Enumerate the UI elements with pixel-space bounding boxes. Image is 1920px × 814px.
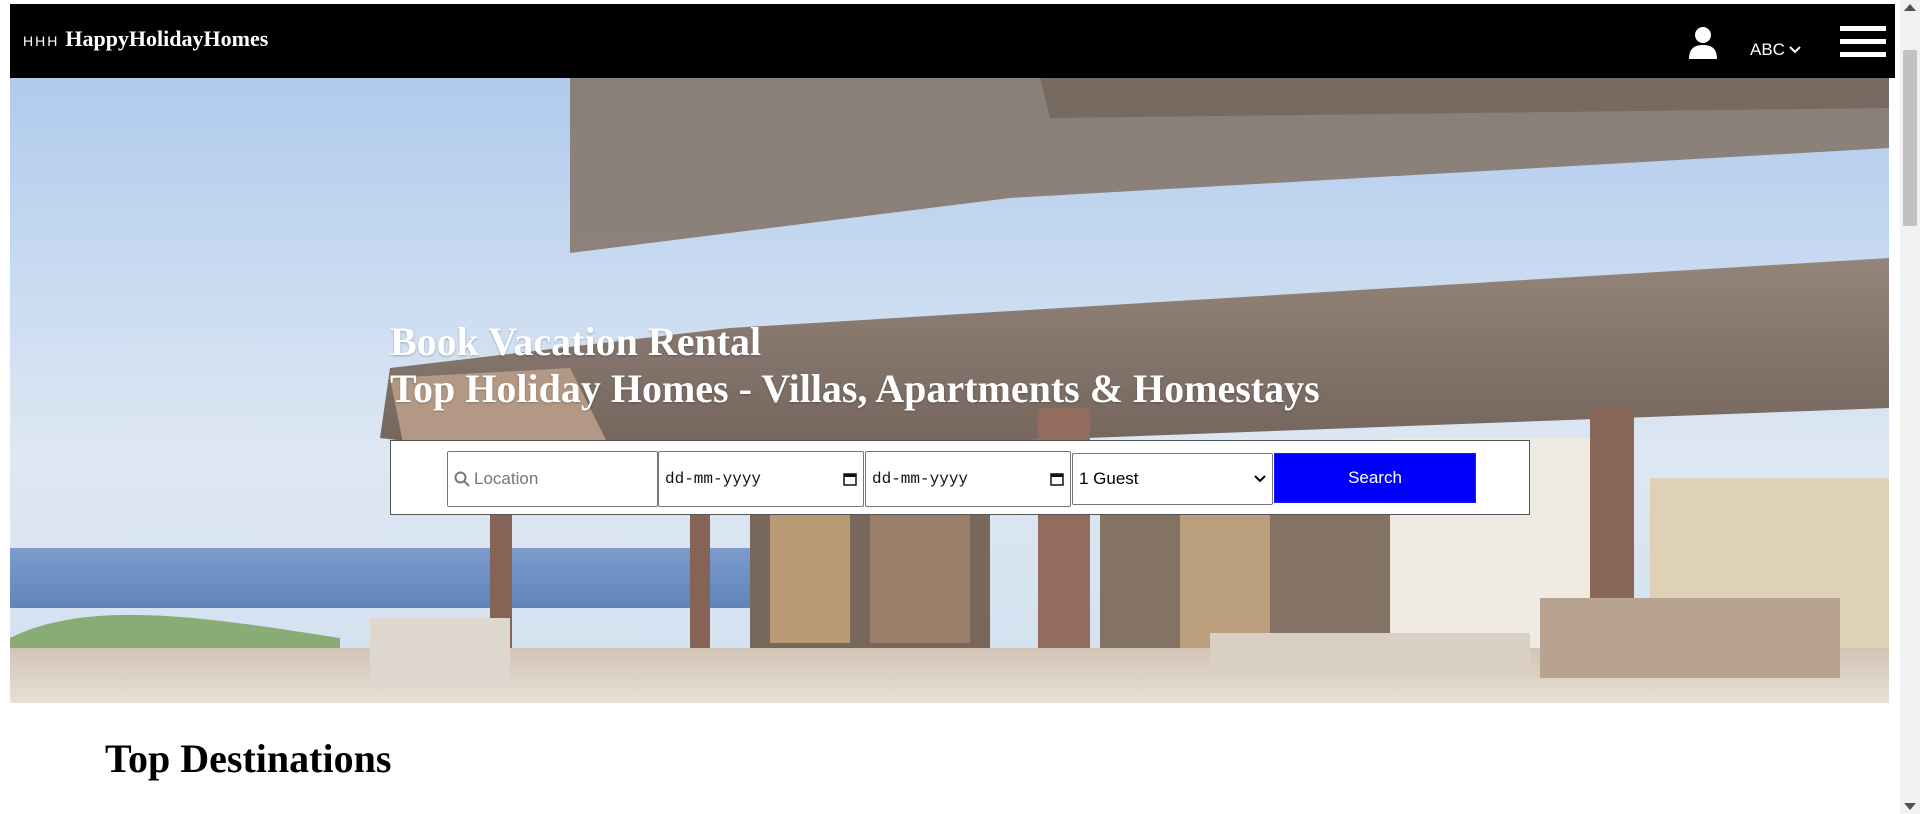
guests-select[interactable]: 1 Guest (1072, 453, 1273, 505)
headline-line-1: Book Vacation Rental (390, 319, 762, 364)
search-form: Location dd-mm-yyyy dd-mm-yyyy 1 Guest S… (390, 440, 1530, 515)
checkin-placeholder: dd-mm-yyyy (665, 470, 762, 488)
chevron-down-icon (1254, 475, 1266, 483)
guests-selected-value: 1 Guest (1079, 469, 1139, 488)
language-label: ABC (1750, 40, 1785, 59)
hamburger-menu-icon[interactable] (1840, 26, 1886, 62)
location-placeholder: Location (474, 469, 539, 488)
logo[interactable]: HHH HappyHolidayHomes (23, 26, 268, 52)
logo-mark: HHH (23, 33, 60, 49)
search-icon (454, 471, 470, 487)
user-icon[interactable] (1688, 26, 1718, 60)
checkout-placeholder: dd-mm-yyyy (872, 470, 969, 488)
checkout-date-input[interactable]: dd-mm-yyyy (865, 451, 1071, 507)
chevron-down-icon (1789, 46, 1801, 54)
scrollbar-thumb[interactable] (1903, 50, 1917, 226)
hero-banner: Book Vacation Rental Top Holiday Homes -… (10, 78, 1889, 703)
hero-headline: Book Vacation Rental Top Holiday Homes -… (390, 318, 1320, 412)
search-button[interactable]: Search (1274, 453, 1476, 503)
calendar-icon[interactable] (1050, 472, 1064, 486)
top-navbar: HHH HappyHolidayHomes ABC (10, 4, 1895, 78)
location-input[interactable]: Location (447, 451, 658, 507)
scroll-down-arrow-icon[interactable] (1904, 803, 1916, 810)
top-destinations-title: Top Destinations (105, 736, 392, 781)
calendar-icon[interactable] (843, 472, 857, 486)
language-selector[interactable]: ABC (1750, 40, 1801, 60)
logo-name: HappyHolidayHomes (65, 26, 269, 51)
checkin-date-input[interactable]: dd-mm-yyyy (658, 451, 864, 507)
headline-line-2: Top Holiday Homes - Villas, Apartments &… (390, 366, 1320, 411)
scroll-up-arrow-icon[interactable] (1904, 4, 1916, 11)
